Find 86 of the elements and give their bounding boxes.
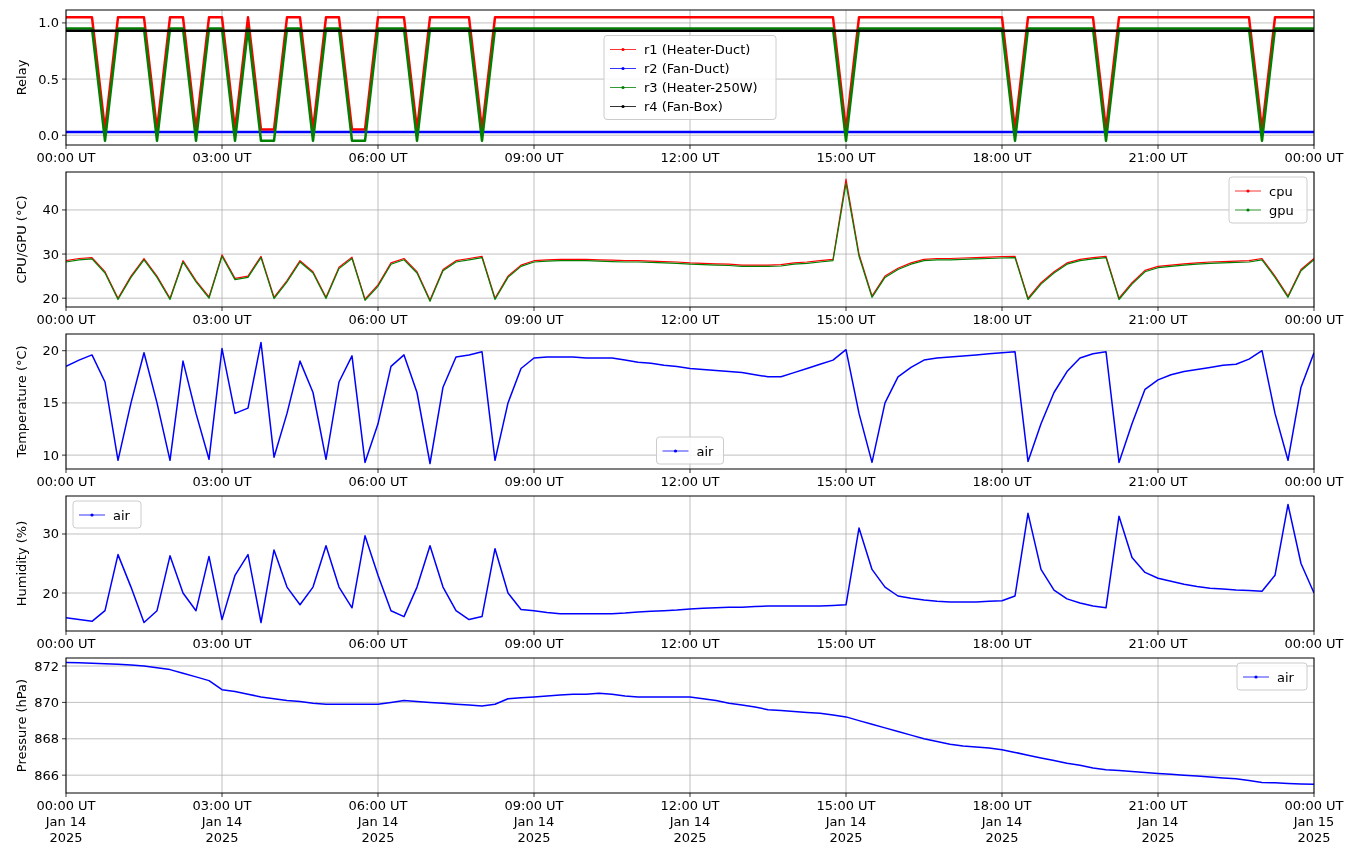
tick-label: 15:00 UT Jan 14 2025 [816,798,876,845]
tick-label: 18:00 UT [972,636,1032,648]
legend-label: r3 (Heater-250W) [644,80,758,95]
tick-label: 00:00 UT Jan 15 2025 [1284,798,1344,845]
tick-label: 00:00 UT [36,312,96,324]
legend-line-icon [609,66,637,71]
axis-label: Temperature (°C) [14,345,29,458]
tick-label: 12:00 UT Jan 14 2025 [660,798,720,845]
tick-label: 0.0 [38,127,59,143]
tick-label: 20 [42,343,59,359]
tick-label: 20 [42,290,59,306]
tick-label: 03:00 UT Jan 14 2025 [192,798,252,845]
tick-label: 21:00 UT [1128,474,1188,486]
legend-label: cpu [1269,183,1293,199]
legend-line-icon [609,104,637,109]
tick-label: 00:00 UT [1284,474,1344,486]
tick-label: 00:00 UT [36,150,96,162]
tick-label: 06:00 UT [348,636,408,648]
legend-box [1236,662,1308,691]
tick-label: 00:00 UT [1284,312,1344,324]
tick-label: 21:00 UT [1128,150,1188,162]
tick-label: 12:00 UT [660,312,720,324]
tick-label: 868 [34,731,59,747]
tick-label: 09:00 UT [504,312,564,324]
axis-label: Pressure (hPa) [14,678,29,773]
legend-box [72,500,142,529]
legend-line-icon [78,513,106,517]
tick-label: 21:00 UT Jan 14 2025 [1128,798,1188,845]
tick-label: 03:00 UT [192,636,252,648]
tick-label: 03:00 UT [192,150,252,162]
tick-label: 06:00 UT [348,150,408,162]
axis-label: CPU/GPU (°C) [14,195,29,284]
tick-label: 00:00 UT Jan 14 2025 [36,798,96,845]
tick-label: 03:00 UT [192,474,252,486]
legend-label: r2 (Fan-Duct) [644,61,730,76]
tick-label: 870 [34,694,59,710]
tick-label: 15:00 UT [816,474,876,486]
tick-label: 30 [42,246,59,262]
legend-label: air [1277,669,1294,685]
tick-label: 18:00 UT [972,312,1032,324]
tick-label: 18:00 UT [972,150,1032,162]
tick-label: 18:00 UT Jan 14 2025 [972,798,1032,845]
axis-label: Relay [14,59,29,96]
legend-label: r1 (Heater-Duct) [644,42,751,57]
tick-label: 09:00 UT [504,474,564,486]
legend-label: r4 (Fan-Box) [644,99,723,114]
legend-line-icon [662,449,689,453]
tick-label: 00:00 UT [1284,150,1344,162]
tick-label: 40 [42,202,59,218]
legend-label: air [113,507,130,523]
legend-label: air [696,443,714,459]
tick-label: 09:00 UT [504,636,564,648]
tick-label: 00:00 UT [1284,636,1344,648]
legend-line-icon [1234,189,1262,193]
tick-label: 10 [42,447,59,463]
tick-label: 00:00 UT [36,636,96,648]
tick-label: 30 [42,526,59,542]
tick-label: 15:00 UT [816,150,876,162]
tick-label: 872 [34,658,59,674]
tick-label: 20 [42,585,59,601]
tick-label: 03:00 UT [192,312,252,324]
legend-line-icon [1234,208,1262,212]
tick-label: 06:00 UT Jan 14 2025 [348,798,408,845]
tick-label: 866 [34,767,59,783]
tick-label: 00:00 UT [36,474,96,486]
tick-label: 15 [42,395,59,411]
legend-label: gpu [1269,202,1294,218]
tick-label: 06:00 UT [348,474,408,486]
tick-label: 12:00 UT [660,474,720,486]
legend-line-icon [1242,675,1270,679]
tick-label: 18:00 UT [972,474,1032,486]
tick-label: 06:00 UT [348,312,408,324]
tick-label: 09:00 UT [504,150,564,162]
tick-label: 21:00 UT [1128,636,1188,648]
tick-label: 12:00 UT [660,150,720,162]
tick-label: 15:00 UT [816,312,876,324]
tick-label: 0.5 [38,71,59,87]
legend-box [656,436,724,465]
tick-label: 12:00 UT [660,636,720,648]
tick-label: 09:00 UT Jan 14 2025 [504,798,564,845]
legend-line-icon [609,47,637,52]
legend-line-icon [609,85,637,90]
tick-label: 15:00 UT [816,636,876,648]
tick-label: 21:00 UT [1128,312,1188,324]
tick-label: 1.0 [38,15,59,31]
axis-label: Humidity (%) [14,520,29,607]
